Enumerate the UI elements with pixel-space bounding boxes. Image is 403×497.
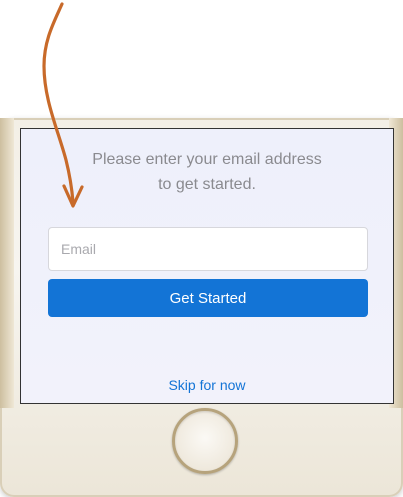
email-input[interactable] <box>48 227 368 271</box>
phone-side-left <box>0 118 14 408</box>
get-started-button[interactable]: Get Started <box>48 279 368 317</box>
email-prompt: Please enter your email address to get s… <box>21 147 393 197</box>
home-button[interactable] <box>172 408 238 474</box>
skip-for-now-link[interactable]: Skip for now <box>21 377 393 393</box>
phone-screen: Please enter your email address to get s… <box>20 128 394 404</box>
prompt-line-1: Please enter your email address <box>92 151 322 168</box>
prompt-line-2: to get started. <box>158 176 256 193</box>
